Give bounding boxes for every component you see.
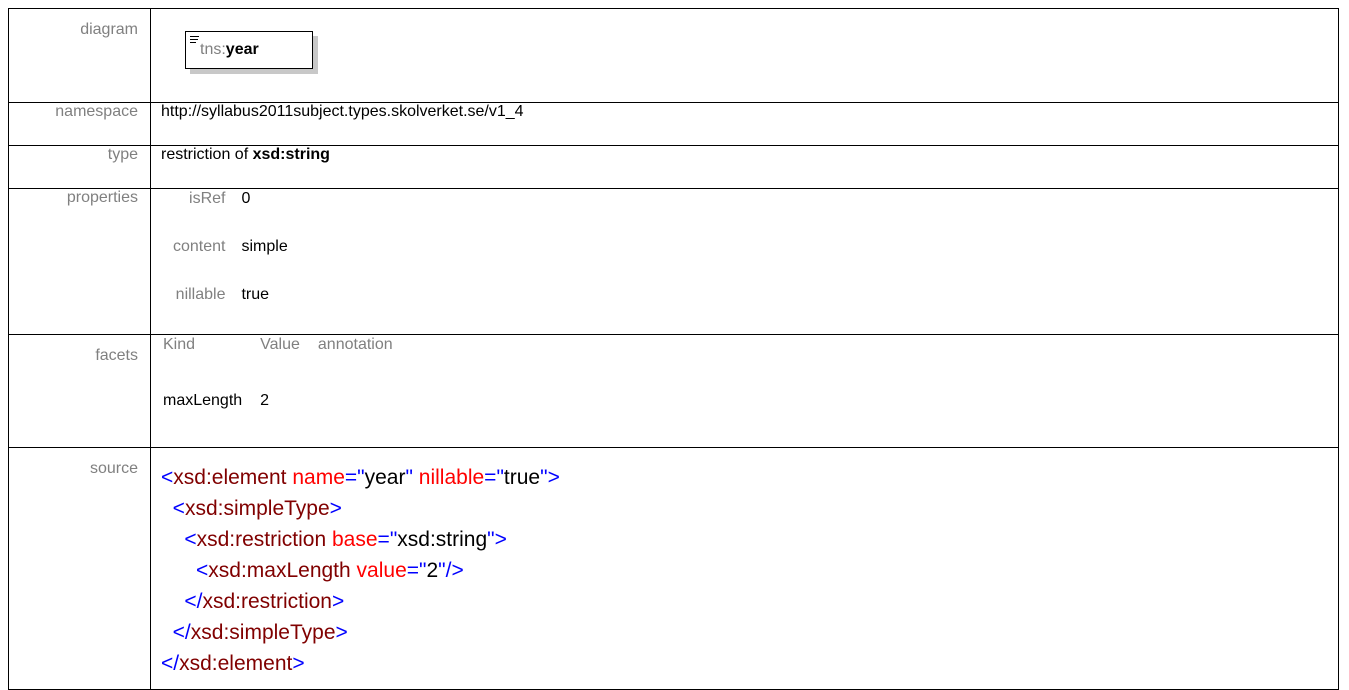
namespace-value: http://syllabus2011subject.types.skolver…	[150, 102, 1339, 146]
source-line: <xsd:maxLength value="2"/>	[196, 559, 464, 582]
property-key: content	[173, 238, 226, 255]
element-diagram: tns:year	[185, 31, 318, 74]
diagram-box: tns:year	[185, 31, 313, 69]
facet-annotation	[318, 391, 411, 447]
facets-header-annotation: annotation	[317, 336, 393, 353]
source-cell: <xsd:element name="year" nillable="true"…	[150, 447, 1339, 690]
properties-row: properties isRef 0 content simple nillable…	[8, 188, 1339, 335]
property-key: isRef	[189, 190, 226, 207]
diagram-ns-prefix: tns:	[200, 41, 226, 58]
type-row: type restriction of xsd:string	[8, 145, 1339, 189]
diagram-cell: tns:year	[150, 8, 1339, 103]
source-line: <xsd:restriction base="xsd:string">	[184, 528, 507, 551]
properties-table: isRef 0 content simple nillable true	[173, 190, 288, 334]
source-line: <xsd:simpleType>	[172, 497, 342, 520]
facets-label: facets	[8, 334, 151, 448]
namespace-row: namespace http://syllabus2011subject.typ…	[8, 102, 1339, 146]
facets-header-value: Value	[260, 336, 300, 353]
facet-value: 2	[260, 392, 270, 409]
source-line: </xsd:element>	[161, 652, 305, 675]
facets-header-kind: Kind	[163, 336, 196, 353]
type-prefix: restriction of	[161, 146, 253, 163]
type-label: type	[8, 145, 151, 189]
facets-cell: Kind Value annotation maxLength 2	[150, 334, 1339, 448]
property-value: true	[241, 286, 270, 303]
source-line: <xsd:element name="year" nillable="true"…	[161, 466, 560, 489]
facet-row: maxLength 2	[163, 391, 411, 447]
property-row: isRef 0	[173, 190, 288, 238]
namespace-label: namespace	[8, 102, 151, 146]
facet-kind: maxLength	[163, 392, 243, 409]
diagram-element-name: tns:year	[200, 41, 259, 59]
property-value: 0	[241, 190, 251, 207]
property-key: nillable	[175, 286, 226, 303]
facets-row: facets Kind Value annotation maxLength 2	[8, 334, 1339, 448]
type-base: xsd:string	[252, 146, 330, 163]
diagram-label: diagram	[8, 8, 151, 103]
source-label: source	[8, 447, 151, 690]
property-value: simple	[241, 238, 288, 255]
schema-doc-table: diagram tns:year namespace http://syllab…	[8, 8, 1339, 690]
type-value: restriction of xsd:string	[150, 145, 1339, 189]
properties-cell: isRef 0 content simple nillable true	[150, 188, 1339, 335]
property-row: nillable true	[173, 286, 288, 334]
source-row: source <xsd:element name="year" nillable…	[8, 447, 1339, 690]
element-icon	[190, 36, 199, 44]
source-line: </xsd:simpleType>	[172, 621, 348, 644]
source-line: </xsd:restriction>	[184, 590, 345, 613]
facets-header-row: Kind Value annotation	[163, 335, 411, 391]
source-code: <xsd:element name="year" nillable="true"…	[161, 462, 1338, 679]
diagram-local-name: year	[225, 41, 259, 58]
facets-table: Kind Value annotation maxLength 2	[163, 335, 411, 447]
diagram-row: diagram tns:year	[8, 8, 1339, 103]
properties-label: properties	[8, 188, 151, 335]
property-row: content simple	[173, 238, 288, 286]
